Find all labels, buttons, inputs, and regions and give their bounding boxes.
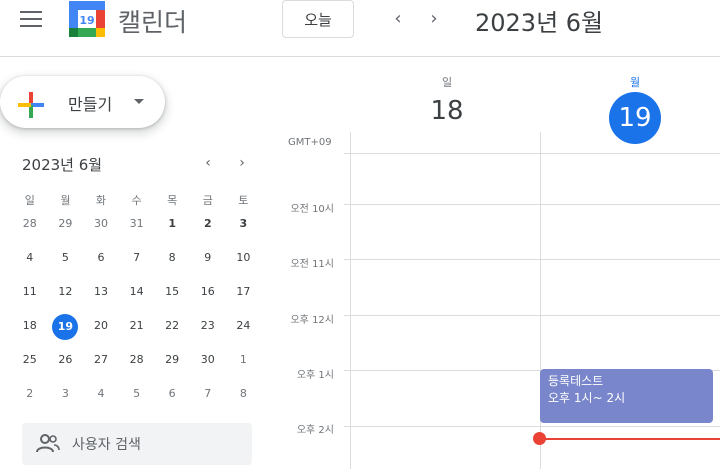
mini-calendar-day[interactable]: 15 (154, 280, 190, 314)
mini-calendar-day[interactable]: 5 (48, 246, 84, 280)
mini-calendar-grid: 일 월 화 수 목 금 토 28 29 30 31 1 2 3 4 5 6 7 8 9 10 11 12 13 14 15 16 17… (12, 190, 261, 416)
mini-calendar-day[interactable]: 4 (83, 382, 119, 416)
hour-label: 오전 11시 (290, 259, 334, 270)
timezone-label: GMT+09 (288, 137, 332, 148)
mini-calendar-day[interactable]: 19 (48, 314, 84, 348)
mini-calendar-weekday: 금 (202, 194, 213, 207)
mini-calendar-day[interactable]: 3 (226, 212, 262, 246)
next-week-button[interactable]: › (424, 8, 444, 29)
app-title: 캘린더 (118, 8, 188, 37)
mini-calendar-day[interactable]: 13 (83, 280, 119, 314)
mini-calendar-day[interactable]: 10 (226, 246, 262, 280)
mini-calendar-day[interactable]: 30 (83, 212, 119, 246)
people-icon (36, 434, 60, 453)
plus-icon (18, 92, 44, 118)
mini-calendar-day[interactable]: 7 (119, 246, 155, 280)
day-column-weekday: 월 (629, 76, 641, 89)
mini-calendar-next-button[interactable]: › (234, 155, 250, 171)
mini-calendar-day[interactable]: 2 (12, 382, 48, 416)
mini-calendar-day[interactable]: 6 (154, 382, 190, 416)
mini-calendar-weekday: 화 (95, 194, 107, 207)
mini-calendar-day[interactable]: 29 (48, 212, 84, 246)
mini-calendar-day[interactable]: 1 (154, 212, 190, 246)
mini-calendar-day[interactable]: 3 (48, 382, 84, 416)
main-menu-icon[interactable] (20, 11, 44, 29)
mini-calendar-weekday: 일 (24, 194, 35, 207)
mini-calendar-weekday-row: 일월화수목금토 (12, 190, 261, 212)
mini-calendar-day[interactable]: 5 (119, 382, 155, 416)
mini-calendar-day[interactable]: 9 (190, 246, 226, 280)
mini-calendar-day[interactable]: 21 (119, 314, 155, 348)
mini-calendar-weekday: 수 (131, 194, 142, 207)
mini-calendar-day[interactable]: 1 (226, 348, 262, 382)
mini-calendar-day[interactable]: 22 (154, 314, 190, 348)
day-column-date-today[interactable]: 19 (609, 92, 661, 144)
mini-calendar-day[interactable]: 28 (12, 212, 48, 246)
grid-divider (344, 153, 720, 154)
mini-calendar-week: 18 19 20 21 22 23 24 (12, 314, 261, 348)
mini-calendar-week: 25 26 27 28 29 30 1 (12, 348, 261, 382)
event-time: 오후 1시~ 2시 (548, 391, 626, 405)
grid-line (344, 259, 720, 260)
mini-calendar-day[interactable]: 6 (83, 246, 119, 280)
current-time-line (540, 438, 720, 440)
grid-divider (350, 132, 351, 469)
mini-calendar-day[interactable]: 14 (119, 280, 155, 314)
mini-calendar-weekday: 목 (167, 194, 178, 207)
mini-calendar-title: 2023년 6월 (22, 156, 103, 174)
mini-calendar-day[interactable]: 30 (190, 348, 226, 382)
mini-calendar-day[interactable]: 29 (154, 348, 190, 382)
event-title: 등록테스트 (548, 374, 604, 388)
mini-calendar-day[interactable]: 12 (48, 280, 84, 314)
day-column-weekday: 일 (441, 76, 453, 89)
svg-text:19: 19 (79, 14, 94, 27)
mini-calendar-day[interactable]: 4 (12, 246, 48, 280)
grid-line (344, 204, 720, 205)
mini-calendar-day[interactable]: 2 (190, 212, 226, 246)
today-button[interactable]: 오늘 (282, 0, 354, 38)
calendar-logo-icon[interactable]: 19 (68, 0, 106, 38)
mini-calendar-week: 28 29 30 31 1 2 3 (12, 212, 261, 246)
mini-calendar-week: 4 5 6 7 8 9 10 (12, 246, 261, 280)
calendar-event[interactable]: 등록테스트 오후 1시~ 2시 (540, 369, 713, 423)
grid-line (344, 315, 720, 316)
people-search-placeholder: 사용자 검색 (72, 437, 141, 453)
mini-calendar-prev-button[interactable]: ‹ (200, 155, 216, 171)
mini-calendar-day[interactable]: 31 (119, 212, 155, 246)
previous-week-button[interactable]: ‹ (388, 8, 408, 29)
mini-calendar-day[interactable]: 27 (83, 348, 119, 382)
mini-calendar-day[interactable]: 8 (154, 246, 190, 280)
day-column-header-sun[interactable]: 일 18 (387, 74, 507, 126)
hour-label: 오후 12시 (290, 315, 334, 326)
mini-calendar-day[interactable]: 25 (12, 348, 48, 382)
top-bar: 19 캘린더 오늘 ‹ › 2023년 6월 (0, 0, 720, 57)
mini-calendar-day[interactable]: 7 (190, 382, 226, 416)
current-month-title: 2023년 6월 (475, 9, 604, 37)
day-column-date[interactable]: 18 (387, 96, 507, 126)
mini-calendar-week: 11 12 13 14 15 16 17 (12, 280, 261, 314)
mini-calendar-day[interactable]: 26 (48, 348, 84, 382)
day-column-header-mon[interactable]: 월 19 (575, 74, 695, 144)
mini-calendar-day[interactable]: 8 (226, 382, 262, 416)
mini-calendar-day[interactable]: 28 (119, 348, 155, 382)
hour-label: 오전 10시 (290, 204, 334, 215)
mini-calendar-weekday: 토 (238, 194, 249, 207)
chevron-down-icon (134, 99, 144, 104)
people-search-box[interactable]: 사용자 검색 (22, 423, 252, 465)
mini-calendar-day[interactable]: 17 (226, 280, 262, 314)
hour-label: 오후 1시 (296, 370, 334, 381)
grid-line (344, 426, 720, 427)
create-button[interactable]: 만들기 (0, 76, 165, 128)
mini-calendar-day[interactable]: 11 (12, 280, 48, 314)
mini-calendar-day[interactable]: 18 (12, 314, 48, 348)
mini-calendar-day[interactable]: 20 (83, 314, 119, 348)
mini-calendar-day[interactable]: 24 (226, 314, 262, 348)
hour-label: 오후 2시 (296, 425, 334, 436)
mini-calendar-day[interactable]: 16 (190, 280, 226, 314)
current-time-dot (533, 432, 546, 445)
mini-calendar-day[interactable]: 23 (190, 314, 226, 348)
mini-calendar-week: 2345678 (12, 382, 261, 416)
mini-calendar-weekday: 월 (60, 194, 71, 207)
create-button-label: 만들기 (68, 95, 113, 114)
